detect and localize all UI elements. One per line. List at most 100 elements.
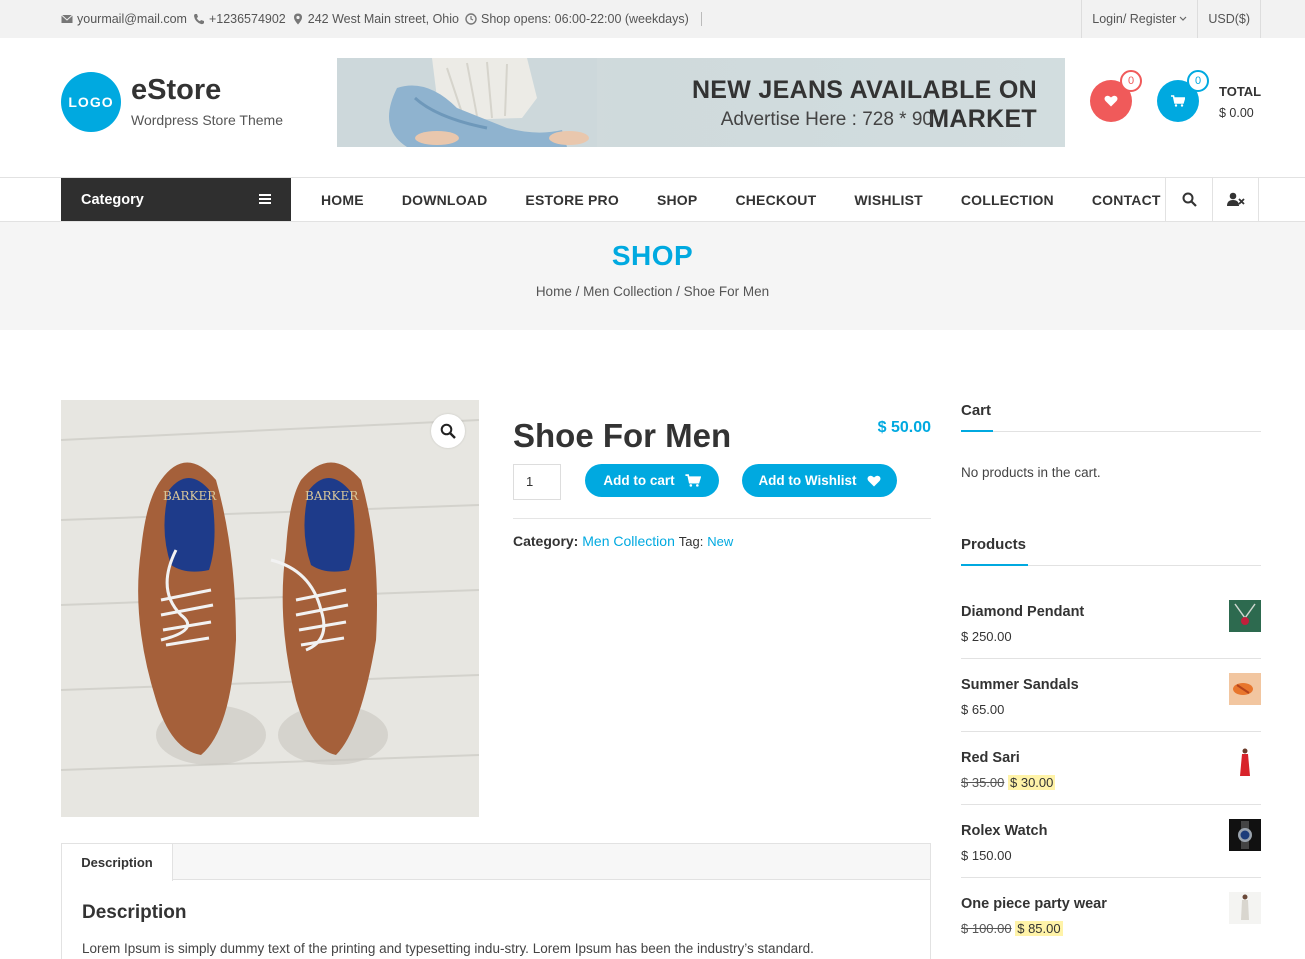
login-register-link[interactable]: Login/ Register <box>1081 0 1197 38</box>
site-title[interactable]: eStore <box>131 74 221 107</box>
add-to-wishlist-button[interactable]: Add to Wishlist <box>742 464 897 497</box>
product-list-price: $ 250.00 <box>961 629 1012 644</box>
magnifier-icon <box>440 423 456 439</box>
user-times-icon <box>1226 192 1245 206</box>
category-menu-button[interactable]: Category <box>61 178 291 221</box>
chevron-down-icon <box>1179 16 1187 21</box>
category-meta-label: Category: <box>513 533 579 549</box>
currency-selector[interactable]: USD($) <box>1197 0 1261 38</box>
price-current: $ 250.00 <box>961 629 1012 644</box>
tab-bar <box>62 844 930 880</box>
site-tagline: Wordpress Store Theme <box>131 112 283 128</box>
pendant-thumbnail[interactable] <box>1229 600 1261 632</box>
price-current: $ 65.00 <box>961 702 1005 717</box>
divider <box>513 518 931 519</box>
heart-icon <box>1104 95 1118 107</box>
nav-home[interactable]: HOME <box>302 178 383 221</box>
product-list-name[interactable]: Diamond Pendant <box>961 604 1084 620</box>
nav-collection[interactable]: COLLECTION <box>942 178 1073 221</box>
product-list: Diamond Pendant $ 250.00 Summer Sandals … <box>961 586 1261 951</box>
login-label: Login/ Register <box>1092 12 1177 26</box>
zoom-button[interactable] <box>431 414 465 448</box>
hamburger-icon <box>259 194 271 204</box>
watch-thumbnail[interactable] <box>1229 819 1261 851</box>
empty-cart-message: No products in the cart. <box>961 465 1101 480</box>
description-heading: Description <box>82 902 187 923</box>
wishlist-button[interactable]: 0 <box>1090 70 1142 122</box>
quantity-input[interactable]: 1 <box>513 464 561 500</box>
list-item[interactable]: One piece party wear $ 100.00 $ 85.00 <box>961 878 1261 951</box>
page-title: SHOP <box>611 240 694 271</box>
menu-items: HOME DOWNLOAD ESTORE PRO SHOP CHECKOUT W… <box>302 178 1180 221</box>
dress-thumbnail[interactable] <box>1229 892 1261 924</box>
cart-total-label: TOTAL <box>1219 84 1262 99</box>
map-marker-icon <box>293 13 302 25</box>
category-link[interactable]: Men Collection <box>582 533 675 549</box>
shoe-photo: BARKER BARKER <box>61 400 479 817</box>
product-list-price: $ 100.00 $ 85.00 <box>961 921 1063 936</box>
list-item[interactable]: Diamond Pendant $ 250.00 <box>961 586 1261 659</box>
wishlist-count-badge: 0 <box>1120 70 1142 92</box>
clock-icon <box>465 13 477 25</box>
product-list-price: $ 150.00 <box>961 848 1012 863</box>
cart-widget-title: Cart <box>961 402 992 419</box>
svg-text:BARKER: BARKER <box>163 489 217 503</box>
tab-description[interactable]: Description <box>62 844 173 881</box>
product-image[interactable]: BARKER BARKER <box>61 400 479 817</box>
add-to-wishlist-label: Add to Wishlist <box>758 473 857 488</box>
breadcrumb[interactable]: Home / Men Collection / Shoe For Men <box>0 284 1305 299</box>
price-current: $ 150.00 <box>961 848 1012 863</box>
top-bar: yourmail@mail.com +1236574902 242 West M… <box>0 0 1305 38</box>
banner-subtitle: Advertise Here : 728 * 90 <box>720 109 933 130</box>
shopping-cart-icon <box>685 474 701 487</box>
search-button[interactable] <box>1165 178 1212 221</box>
add-to-cart-button[interactable]: Add to cart <box>585 464 719 497</box>
sandals-thumbnail[interactable] <box>1229 673 1261 705</box>
nav-contact[interactable]: CONTACT <box>1073 178 1180 221</box>
divider <box>700 12 702 26</box>
search-icon <box>1182 192 1197 207</box>
nav-checkout[interactable]: CHECKOUT <box>716 178 835 221</box>
user-account-button[interactable] <box>1212 178 1259 221</box>
cart-widget-underline <box>961 430 1261 432</box>
heart-icon <box>867 475 881 486</box>
phone-text[interactable]: +1236574902 <box>209 12 286 26</box>
envelope-icon <box>61 14 73 23</box>
products-widget-underline <box>961 564 1261 566</box>
list-item[interactable]: Red Sari $ 35.00 $ 30.00 <box>961 732 1261 805</box>
page-title-section: SHOP Home / Men Collection / Shoe For Me… <box>0 222 1305 330</box>
product-list-name[interactable]: Red Sari <box>961 750 1020 766</box>
products-widget-title: Products <box>961 536 1027 553</box>
currency-label: USD($) <box>1208 12 1250 26</box>
email-text[interactable]: yourmail@mail.com <box>77 12 187 26</box>
site-logo[interactable]: LOGO <box>61 72 121 132</box>
list-item[interactable]: Summer Sandals $ 65.00 <box>961 659 1261 732</box>
cart-count-badge: 0 <box>1187 70 1209 92</box>
product-list-name[interactable]: Summer Sandals <box>961 677 1079 693</box>
nav-wishlist[interactable]: WISHLIST <box>835 178 941 221</box>
list-item[interactable]: Rolex Watch $ 150.00 <box>961 805 1261 878</box>
product-list-price: $ 65.00 <box>961 702 1004 717</box>
nav-download[interactable]: DOWNLOAD <box>383 178 507 221</box>
svg-text:BARKER: BARKER <box>305 489 359 503</box>
product-list-name[interactable]: Rolex Watch <box>961 823 1047 839</box>
main-navigation: Category HOME DOWNLOAD ESTORE PRO SHOP C… <box>0 177 1305 222</box>
add-to-cart-label: Add to cart <box>603 473 675 488</box>
contact-info: yourmail@mail.com +1236574902 242 West M… <box>61 0 702 38</box>
price-sale: $ 30.00 <box>1008 775 1056 790</box>
shopping-cart-icon <box>1171 95 1185 107</box>
nav-estore-pro[interactable]: ESTORE PRO <box>506 178 638 221</box>
cart-button[interactable]: 0 <box>1157 70 1209 122</box>
sari-thumbnail[interactable] <box>1229 746 1261 778</box>
tag-link[interactable]: New <box>707 534 733 549</box>
tag-meta-label: Tag: <box>678 534 704 549</box>
phone-icon <box>193 14 204 25</box>
product-list-name[interactable]: One piece party wear <box>961 896 1107 912</box>
advertisement-banner[interactable]: NEW JEANS AVAILABLE ON MARKET Advertise … <box>337 58 1065 147</box>
hours-text: Shop opens: 06:00-22:00 (weekdays) <box>481 12 689 26</box>
category-label: Category <box>81 191 144 208</box>
nav-shop[interactable]: SHOP <box>638 178 716 221</box>
price-old: $ 35.00 <box>961 775 1005 790</box>
product-meta: Category: Men Collection Tag: New <box>513 533 733 549</box>
price-old: $ 100.00 <box>961 921 1012 936</box>
